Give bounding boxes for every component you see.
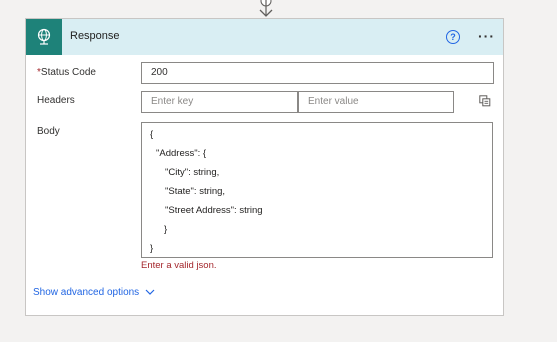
status-code-input[interactable]: 200: [141, 62, 494, 84]
copy-icon[interactable]: [479, 95, 491, 107]
chevron-down-icon: [145, 289, 155, 295]
show-advanced-options-link[interactable]: Show advanced options: [33, 287, 155, 298]
body-error-message: Enter a valid json.: [141, 260, 217, 271]
code-line: "State": string,: [165, 186, 226, 197]
help-icon[interactable]: ?: [446, 30, 460, 44]
code-line: "Street Address": string: [165, 205, 263, 216]
headers-label: Headers: [37, 95, 75, 106]
code-line: "Address": {: [156, 148, 207, 159]
more-icon[interactable]: ···: [478, 28, 498, 44]
response-action-card: Response ? ··· *Status Code 200 Headers …: [25, 18, 504, 316]
advanced-options-label: Show advanced options: [33, 287, 140, 298]
code-line: {: [150, 129, 154, 140]
header-value-input[interactable]: Enter value: [298, 91, 454, 113]
header-key-input[interactable]: Enter key: [141, 91, 298, 113]
globe-icon: [26, 19, 62, 55]
body-label: Body: [37, 126, 60, 137]
code-line: }: [164, 224, 168, 235]
card-header[interactable]: Response ? ···: [26, 19, 503, 55]
arrow-down-icon: [259, 0, 273, 17]
status-code-label: *Status Code: [37, 67, 96, 78]
code-line: }: [150, 243, 154, 254]
status-code-label-text: Status Code: [40, 67, 96, 78]
code-line: "City": string,: [165, 167, 220, 178]
card-title: Response: [70, 30, 120, 42]
body-json-editor[interactable]: { "Address": { "City": string, "State": …: [141, 122, 493, 258]
